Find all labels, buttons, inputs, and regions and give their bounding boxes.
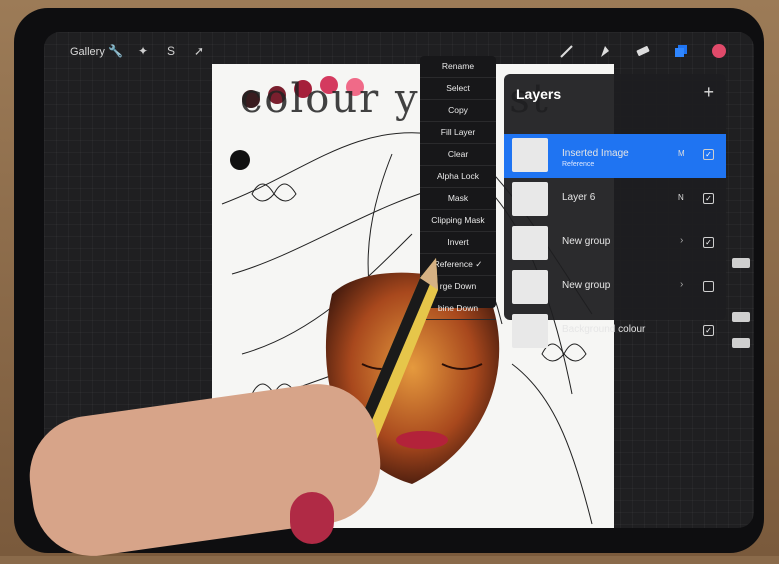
fingernail — [290, 492, 334, 544]
